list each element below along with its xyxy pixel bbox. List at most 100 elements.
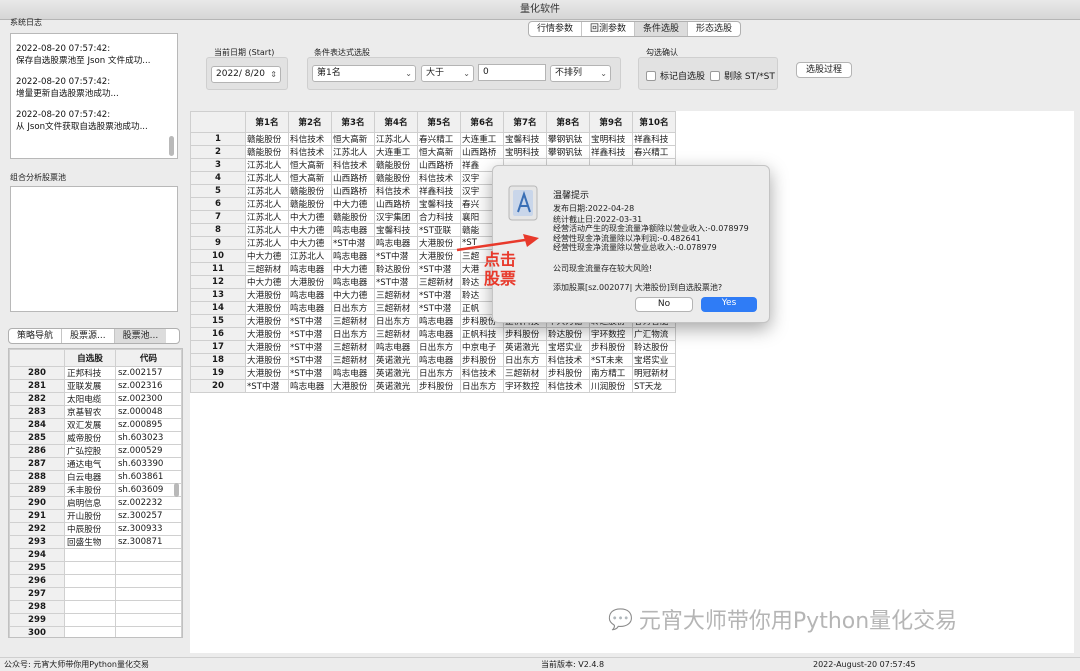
stock-row[interactable]: 296 bbox=[9, 574, 182, 588]
grid-stock-cell[interactable]: 日出东方 bbox=[331, 327, 375, 341]
grid-stock-cell[interactable]: 三超新材 bbox=[374, 301, 418, 315]
grid-stock-cell[interactable]: 攀钢钒钛 bbox=[546, 132, 590, 146]
grid-stock-cell[interactable]: 鸣志电器 bbox=[331, 223, 375, 237]
grid-stock-cell[interactable]: 赣能股份 bbox=[374, 171, 418, 185]
grid-stock-cell[interactable]: 日出东方 bbox=[417, 340, 461, 354]
grid-stock-cell[interactable]: 江苏北人 bbox=[245, 236, 289, 250]
stock-code-cell[interactable]: sz.300257 bbox=[114, 509, 182, 523]
grid-stock-cell[interactable]: 江苏北人 bbox=[288, 249, 332, 263]
grid-stock-cell[interactable]: 聆达股份 bbox=[546, 327, 590, 341]
stock-code-cell[interactable]: sz.002300 bbox=[114, 392, 182, 406]
grid-stock-cell[interactable]: *ST中潜 bbox=[374, 275, 418, 289]
stock-name-cell[interactable]: 通达电气 bbox=[64, 457, 116, 471]
combo-pool-panel[interactable] bbox=[10, 186, 178, 312]
grid-col-header[interactable]: 第5名 bbox=[417, 111, 461, 133]
stock-row[interactable]: 299 bbox=[9, 613, 182, 627]
stock-code-cell[interactable]: sz.300933 bbox=[114, 522, 182, 536]
operator-select[interactable]: 大于 ⌄ bbox=[421, 65, 474, 82]
grid-stock-cell[interactable]: *ST中潜 bbox=[331, 236, 375, 250]
grid-row[interactable]: 2 赣能股份 科信技术 江苏北人 大连重工 恒大高新 山西路桥 宝明科技 攀钢钒钛 祥鑫科技 春兴精… bbox=[190, 145, 676, 159]
grid-stock-cell[interactable]: 中大力德 bbox=[288, 210, 332, 224]
stock-code-cell[interactable]: sz.000529 bbox=[114, 444, 182, 458]
grid-stock-cell[interactable]: 宝馨科技 bbox=[417, 197, 461, 211]
stock-name-cell[interactable]: 回盛生物 bbox=[64, 535, 116, 549]
grid-stock-cell[interactable]: 日出东方 bbox=[374, 314, 418, 328]
grid-stock-cell[interactable]: 鸣志电器 bbox=[374, 236, 418, 250]
stock-row[interactable]: 284 双汇发展 sz.000895 bbox=[9, 418, 182, 432]
grid-stock-cell[interactable]: 春兴精工 bbox=[632, 145, 676, 159]
stock-code-cell[interactable]: sh.603390 bbox=[114, 457, 182, 471]
mark-stock-checkbox[interactable]: 标记自选股 bbox=[646, 69, 705, 82]
grid-stock-cell[interactable]: 江苏北人 bbox=[245, 197, 289, 211]
selection-process-button[interactable]: 选股过程 bbox=[796, 62, 852, 78]
stepper-icon[interactable]: ⇕ bbox=[270, 67, 277, 82]
stock-row[interactable]: 297 bbox=[9, 587, 182, 601]
grid-stock-cell[interactable]: 祥鑫科技 bbox=[589, 145, 633, 159]
tab-strategy-nav[interactable]: 策略导航 bbox=[9, 329, 63, 343]
stock-row[interactable]: 300 bbox=[9, 626, 182, 637]
grid-col-header[interactable]: 第1名 bbox=[245, 111, 289, 133]
grid-stock-cell[interactable]: *ST中潜 bbox=[288, 340, 332, 354]
stock-code-cell[interactable]: sz.300871 bbox=[114, 535, 182, 549]
grid-col-header[interactable]: 第10名 bbox=[632, 111, 676, 133]
stock-code-cell[interactable] bbox=[114, 561, 182, 575]
grid-stock-cell[interactable]: 英诺激光 bbox=[374, 366, 418, 380]
stock-row[interactable]: 280 正邦科技 sz.002157 bbox=[9, 366, 182, 380]
stock-row[interactable]: 292 中辰股份 sz.300933 bbox=[9, 522, 182, 536]
grid-stock-cell[interactable]: 宇环数控 bbox=[589, 327, 633, 341]
stock-row[interactable]: 291 开山股份 sz.300257 bbox=[9, 509, 182, 523]
grid-stock-cell[interactable]: 科信技术 bbox=[546, 379, 590, 393]
stock-name-cell[interactable]: 京基智农 bbox=[64, 405, 116, 419]
tab-backtest-params[interactable]: 回测参数 bbox=[582, 22, 636, 36]
stock-row[interactable]: 290 启明信息 sz.002232 bbox=[9, 496, 182, 510]
grid-stock-cell[interactable]: 三超新材 bbox=[245, 262, 289, 276]
grid-stock-cell[interactable]: 宝明科技 bbox=[503, 145, 547, 159]
stock-name-cell[interactable]: 亚联发展 bbox=[64, 379, 116, 393]
grid-stock-cell[interactable]: 聆达股份 bbox=[632, 340, 676, 354]
grid-stock-cell[interactable]: *ST未来 bbox=[589, 353, 633, 367]
grid-stock-cell[interactable]: 中大力德 bbox=[331, 262, 375, 276]
grid-stock-cell[interactable]: 鸣志电器 bbox=[417, 353, 461, 367]
stock-row[interactable]: 295 bbox=[9, 561, 182, 575]
grid-stock-cell[interactable]: 祥鑫科技 bbox=[417, 184, 461, 198]
grid-stock-cell[interactable]: 步科股份 bbox=[417, 379, 461, 393]
grid-stock-cell[interactable]: 中大力德 bbox=[331, 288, 375, 302]
grid-stock-cell[interactable]: 科信技术 bbox=[546, 353, 590, 367]
grid-stock-cell[interactable]: *ST中潜 bbox=[417, 288, 461, 302]
grid-stock-cell[interactable]: 鸣志电器 bbox=[288, 379, 332, 393]
grid-stock-cell[interactable]: 江苏北人 bbox=[374, 132, 418, 146]
stock-name-cell[interactable]: 正邦科技 bbox=[64, 366, 116, 380]
grid-stock-cell[interactable]: 鸣志电器 bbox=[417, 314, 461, 328]
stock-code-cell[interactable]: sz.002232 bbox=[114, 496, 182, 510]
grid-stock-cell[interactable]: 鸣志电器 bbox=[374, 340, 418, 354]
grid-stock-cell[interactable]: 鸣志电器 bbox=[288, 301, 332, 315]
grid-stock-cell[interactable]: 步科股份 bbox=[546, 366, 590, 380]
stock-name-cell[interactable]: 广弘控股 bbox=[64, 444, 116, 458]
grid-stock-cell[interactable]: 大港股份 bbox=[288, 275, 332, 289]
grid-row[interactable]: 18 大港股份 *ST中潜 三超新材 英诺激光 鸣志电器 步科股份 日出东方 科信技术 *ST未来… bbox=[190, 353, 676, 367]
stock-name-cell[interactable] bbox=[64, 626, 116, 637]
stock-row[interactable]: 294 bbox=[9, 548, 182, 562]
grid-stock-cell[interactable]: 大港股份 bbox=[245, 314, 289, 328]
grid-stock-cell[interactable]: *ST中潜 bbox=[288, 353, 332, 367]
grid-row[interactable]: 17 大港股份 *ST中潜 三超新材 鸣志电器 日出东方 中京电子 英诺激光 宝塔实业 步科股份聆… bbox=[190, 340, 676, 354]
grid-stock-cell[interactable]: 明冠新材 bbox=[632, 366, 676, 380]
stock-code-cell[interactable]: sz.000048 bbox=[114, 405, 182, 419]
grid-stock-cell[interactable]: 科信技术 bbox=[288, 132, 332, 146]
grid-stock-cell[interactable]: 恒大高新 bbox=[288, 158, 332, 172]
grid-stock-cell[interactable]: 中大力德 bbox=[245, 249, 289, 263]
grid-stock-cell[interactable]: 大港股份 bbox=[245, 301, 289, 315]
stock-row[interactable]: 288 白云电器 sh.603861 bbox=[9, 470, 182, 484]
grid-stock-cell[interactable]: 赣能股份 bbox=[288, 184, 332, 198]
grid-stock-cell[interactable]: 鸣志电器 bbox=[331, 249, 375, 263]
grid-stock-cell[interactable]: 宝塔实业 bbox=[632, 353, 676, 367]
grid-stock-cell[interactable]: 三超新材 bbox=[331, 353, 375, 367]
grid-row[interactable]: 19 大港股份 *ST中潜 鸣志电器 英诺激光 日出东方 科信技术 三超新材 步科股份 南方精工明… bbox=[190, 366, 676, 380]
stock-name-cell[interactable]: 太阳电缆 bbox=[64, 392, 116, 406]
stock-code-cell[interactable] bbox=[114, 626, 182, 637]
stock-code-cell[interactable]: sz.002316 bbox=[114, 379, 182, 393]
grid-stock-cell[interactable]: 山西路桥 bbox=[417, 158, 461, 172]
grid-stock-cell[interactable]: 三超新材 bbox=[331, 340, 375, 354]
grid-stock-cell[interactable]: 宝馨科技 bbox=[374, 223, 418, 237]
grid-stock-cell[interactable]: 英诺激光 bbox=[503, 340, 547, 354]
